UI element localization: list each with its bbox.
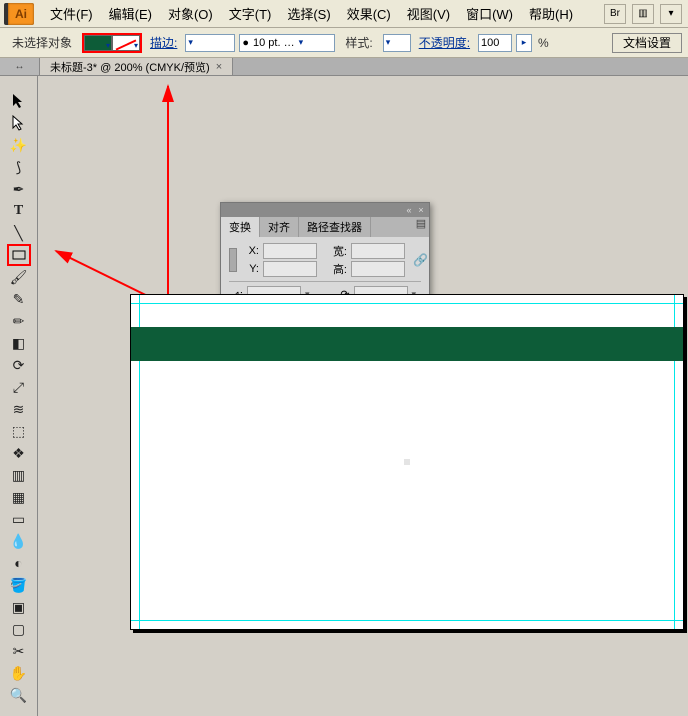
green-rectangle-shape[interactable] — [131, 327, 683, 361]
artboard-surface[interactable] — [130, 294, 684, 630]
symbol-sprayer-tool[interactable]: ❖ — [7, 442, 31, 464]
menubar: Ai 文件(F) 编辑(E) 对象(O) 文字(T) 选择(S) 效果(C) 视… — [0, 0, 688, 28]
opacity-label[interactable]: 不透明度: — [415, 34, 474, 51]
fill-stroke-swatches: ▾ ▾ — [82, 33, 142, 53]
no-selection-label: 未选择对象 — [6, 34, 78, 51]
y-label: Y: — [245, 263, 259, 275]
magic-wand-tool[interactable]: ✨ — [7, 134, 31, 156]
x-input[interactable] — [263, 243, 317, 259]
document-setup-button[interactable]: 文档设置 — [612, 33, 682, 53]
menu-help[interactable]: 帮助(H) — [521, 4, 581, 23]
tab-bar-handle[interactable]: ↔ — [0, 58, 40, 75]
live-paint-selection-tool[interactable]: ▣ — [7, 596, 31, 618]
panel-tab-transform[interactable]: 变换 — [221, 217, 260, 237]
warp-tool[interactable]: ≋ — [7, 398, 31, 420]
slice-tool[interactable]: ✂ — [7, 640, 31, 662]
stroke-swatch[interactable]: ▾ — [112, 35, 140, 51]
pencil-tool[interactable]: ✎ — [7, 288, 31, 310]
width-label: 宽: — [327, 243, 347, 259]
width-input[interactable] — [351, 243, 405, 259]
live-paint-tool[interactable]: 🪣 — [7, 574, 31, 596]
style-label: 样式: — [339, 34, 378, 51]
lasso-tool[interactable]: ⟆ — [7, 156, 31, 178]
zoom-tool[interactable]: 🔍 — [7, 684, 31, 706]
menu-object[interactable]: 对象(O) — [160, 4, 221, 23]
artboard-center-mark — [404, 459, 410, 465]
panel-menu-icon[interactable]: ▤ — [413, 217, 429, 237]
panel-tab-align[interactable]: 对齐 — [260, 217, 299, 237]
pen-tool[interactable]: ✒ — [7, 178, 31, 200]
rectangle-tool[interactable] — [7, 244, 31, 266]
menu-view[interactable]: 视图(V) — [399, 4, 458, 23]
opacity-input[interactable] — [478, 34, 512, 52]
document-tab[interactable]: 未标题-3* @ 200% (CMYK/预览) × — [40, 58, 233, 75]
eyedropper-tool[interactable]: 💧 — [7, 530, 31, 552]
panel-collapse-icon[interactable]: « — [404, 205, 414, 215]
height-input[interactable] — [351, 261, 405, 277]
blend-tool[interactable]: ◐ — [7, 552, 31, 574]
height-label: 高: — [327, 261, 347, 277]
link-icon[interactable]: 🔗 — [413, 253, 428, 267]
panel-titlebar[interactable]: « × — [221, 203, 429, 217]
artboard-tool[interactable]: ▢ — [7, 618, 31, 640]
menubar-right: Br ▥ ▾ — [604, 4, 688, 24]
artboard[interactable] — [130, 294, 684, 630]
workspace-button[interactable]: ▾ — [660, 4, 682, 24]
document-tab-bar: ↔ 未标题-3* @ 200% (CMYK/预览) × — [0, 58, 688, 76]
x-label: X: — [245, 245, 259, 257]
guide-horizontal-bottom — [131, 620, 683, 621]
canvas-area[interactable]: « × 变换 对齐 路径查找器 ▤ X: — [38, 76, 688, 716]
selection-tool[interactable] — [7, 90, 31, 112]
blob-brush-tool[interactable]: ✏ — [7, 310, 31, 332]
panel-tab-pathfinder[interactable]: 路径查找器 — [299, 217, 371, 237]
stroke-label[interactable]: 描边: — [146, 34, 181, 51]
mesh-tool[interactable]: ▦ — [7, 486, 31, 508]
guide-horizontal-top — [131, 303, 683, 304]
line-tool[interactable]: ╲ — [7, 222, 31, 244]
paintbrush-tool[interactable]: 🖌 — [7, 266, 31, 288]
arrange-button[interactable]: ▥ — [632, 4, 654, 24]
rotate-tool[interactable]: ⟳ — [7, 354, 31, 376]
menu-edit[interactable]: 编辑(E) — [101, 4, 160, 23]
opacity-unit: % — [536, 36, 551, 50]
menu-select[interactable]: 选择(S) — [279, 4, 338, 23]
type-tool[interactable]: T — [7, 200, 31, 222]
brush-dot-icon: ● — [242, 37, 249, 49]
panel-tabs: 变换 对齐 路径查找器 ▤ — [221, 217, 429, 237]
brush-value: 10 pt. … — [253, 37, 295, 49]
free-transform-tool[interactable]: ⬚ — [7, 420, 31, 442]
gradient-tool[interactable]: ▭ — [7, 508, 31, 530]
graph-tool[interactable]: ▥ — [7, 464, 31, 486]
brush-picker[interactable]: ● 10 pt. … ▾ — [239, 34, 335, 52]
options-bar: 未选择对象 ▾ ▾ 描边: ▾ ● 10 pt. … ▾ 样式: ▾ 不透明度:… — [0, 28, 688, 58]
stroke-weight-picker[interactable]: ▾ — [185, 34, 235, 52]
fill-swatch[interactable]: ▾ — [84, 35, 112, 51]
bridge-button[interactable]: Br — [604, 4, 626, 24]
y-input[interactable] — [263, 261, 317, 277]
opacity-stepper[interactable]: ▸ — [516, 34, 532, 52]
panel-close-icon[interactable]: × — [416, 205, 426, 215]
style-picker[interactable]: ▾ — [383, 34, 411, 52]
menu-window[interactable]: 窗口(W) — [458, 4, 521, 23]
reference-point-selector[interactable] — [229, 248, 237, 272]
tools-panel: ✨ ⟆ ✒ T ╲ 🖌 ✎ ✏ ◧ ⟳ ⤢ ≋ ⬚ ❖ ▥ ▦ ▭ 💧 ◐ 🪣 … — [0, 76, 38, 716]
workspace: ✨ ⟆ ✒ T ╲ 🖌 ✎ ✏ ◧ ⟳ ⤢ ≋ ⬚ ❖ ▥ ▦ ▭ 💧 ◐ 🪣 … — [0, 76, 688, 716]
menu-file[interactable]: 文件(F) — [42, 4, 101, 23]
document-tab-close-icon[interactable]: × — [216, 61, 222, 73]
scale-tool[interactable]: ⤢ — [7, 376, 31, 398]
direct-selection-tool[interactable] — [7, 112, 31, 134]
menu-type[interactable]: 文字(T) — [221, 4, 280, 23]
menu-effect[interactable]: 效果(C) — [339, 4, 399, 23]
eraser-tool[interactable]: ◧ — [7, 332, 31, 354]
document-tab-title: 未标题-3* @ 200% (CMYK/预览) — [50, 59, 210, 75]
app-logo: Ai — [4, 3, 34, 25]
hand-tool[interactable]: ✋ — [7, 662, 31, 684]
